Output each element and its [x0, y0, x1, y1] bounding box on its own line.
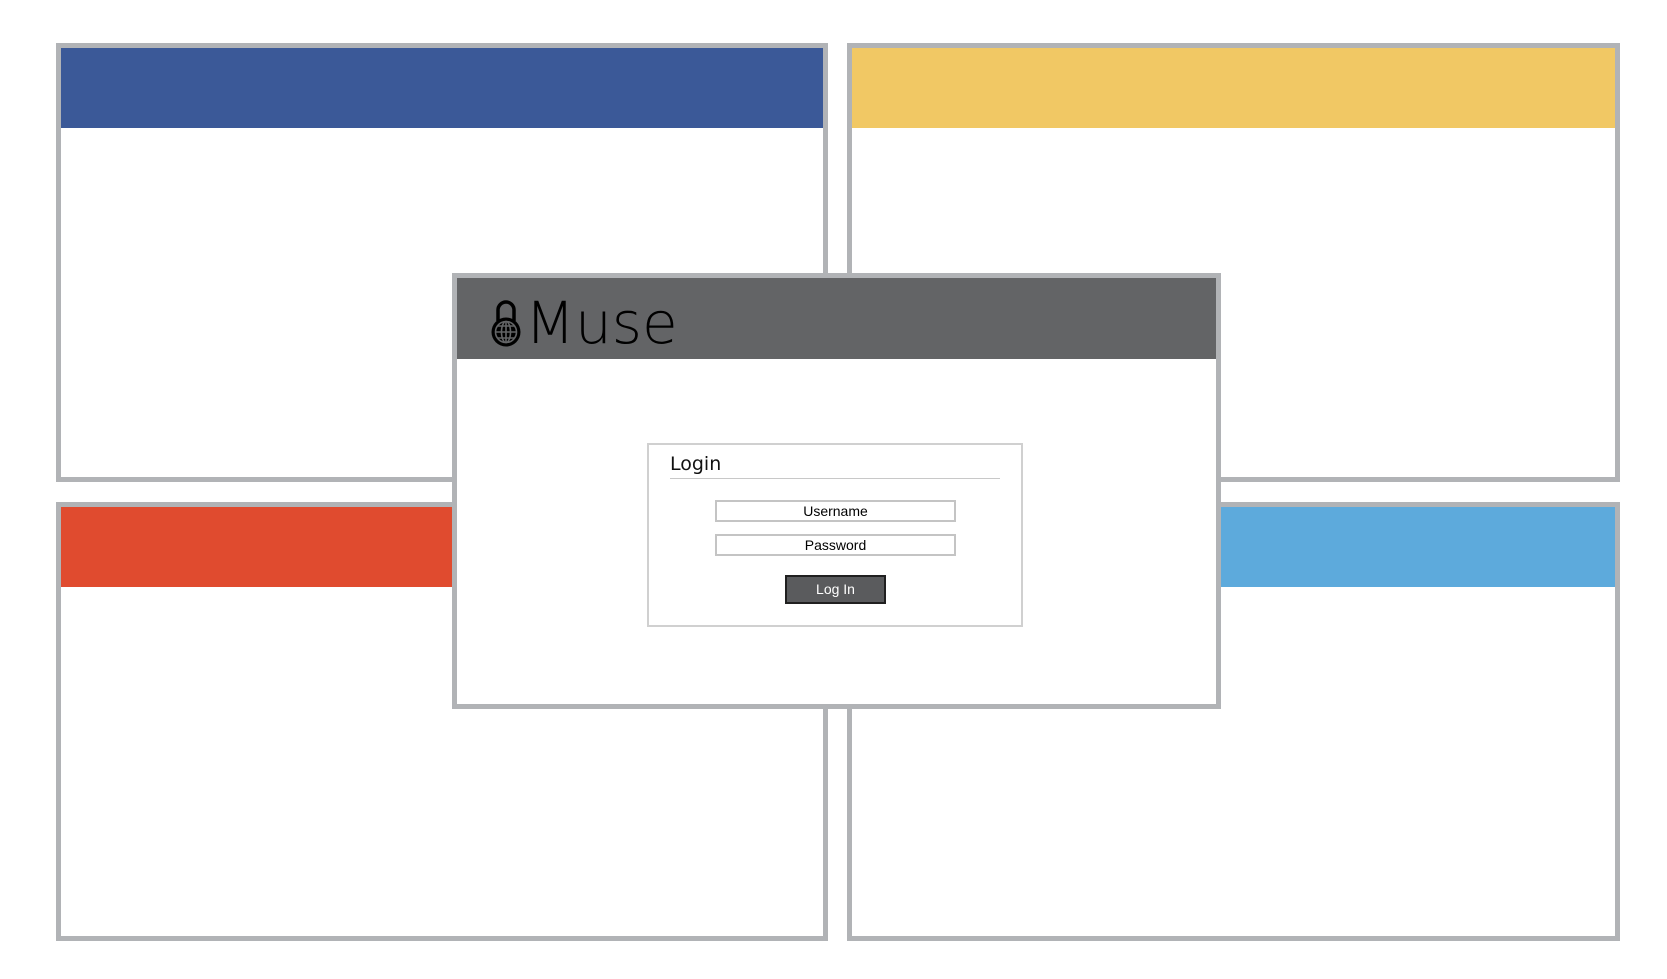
username-input[interactable]	[715, 500, 956, 522]
lock-globe-icon	[491, 299, 521, 346]
login-window-header: Muse	[457, 278, 1216, 359]
stage: Muse Login Log In	[0, 0, 1667, 979]
login-title: Login	[670, 453, 1000, 479]
login-window: Muse Login Log In	[452, 273, 1221, 709]
window-header-bar-blue	[61, 48, 823, 128]
password-input[interactable]	[715, 534, 956, 556]
log-in-button[interactable]: Log In	[785, 575, 886, 604]
window-header-bar-yellow	[852, 48, 1615, 128]
login-panel: Login Log In	[647, 443, 1023, 627]
app-name: Muse	[525, 288, 678, 357]
app-logo: Muse	[489, 288, 678, 357]
